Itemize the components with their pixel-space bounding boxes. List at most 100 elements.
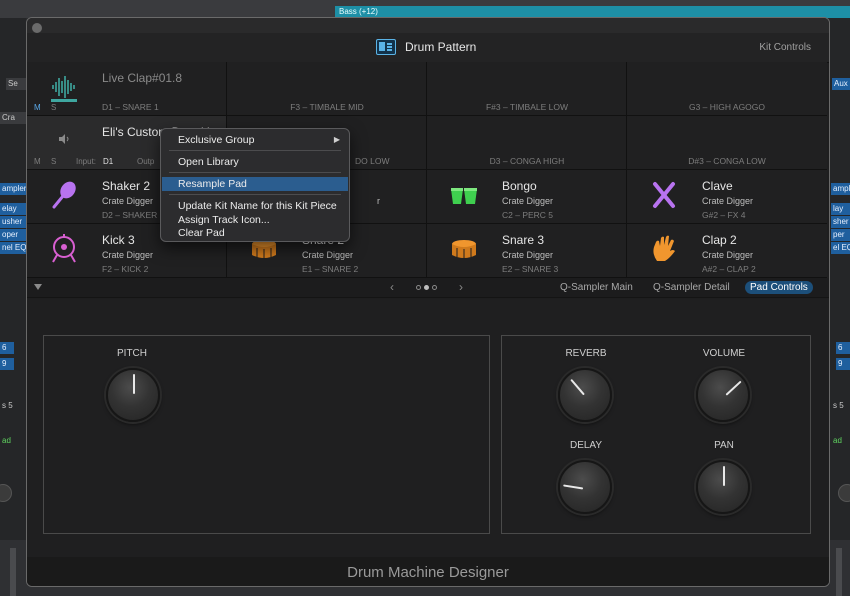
menu-item-assign-track-icon[interactable]: Assign Track Icon... [162,213,348,227]
daw-tag[interactable]: nel EQ [0,242,26,254]
daw-tag[interactable]: el EQ [831,242,850,254]
menu-separator [169,194,341,195]
menu-item-update-kit-name[interactable]: Update Kit Name for this Kit Piece [162,199,348,213]
menu-separator [169,150,341,151]
pad-empty[interactable]: G3 – HIGH AGOGO [627,62,827,116]
drum-pattern-icon [376,39,396,55]
pan-label: PAN [714,440,734,451]
pad-empty[interactable]: F#3 – TIMBALE LOW [427,62,627,116]
pitch-label: PITCH [117,348,147,359]
daw-tag[interactable]: ampler [0,183,26,195]
pad-clave[interactable]: Clave Crate Digger G#2 – FX 4 [627,170,827,224]
pad-name: Clave [702,179,733,193]
pad-name: Snare 3 [502,233,545,247]
daw-tag: s 5 [2,401,13,410]
chevron-left-icon[interactable]: ‹ [390,280,394,294]
effects-panel: REVERB VOLUME DELAY PAN [501,335,811,534]
pad-empty[interactable]: F3 – TIMBALE MID [227,62,427,116]
window-close-button[interactable] [32,23,42,33]
reverb-knob[interactable] [558,368,612,422]
pad-live-clap[interactable]: Live Clap#01.8 D1 – SNARE 1 M S [27,62,227,116]
daw-fader[interactable] [836,548,842,596]
pad-name: Bongo [502,179,537,193]
pad-kit: Crate Digger [102,196,154,206]
maraca-icon [52,181,76,209]
daw-tag[interactable]: 6 [836,342,850,354]
daw-tag[interactable]: per [831,229,850,241]
menu-item-clear-pad[interactable]: Clear Pad [162,226,348,240]
pad-bongo[interactable]: Bongo Crate Digger C2 – PERC 5 [427,170,627,224]
daw-tag[interactable]: lay [831,203,850,215]
pad-note: D#3 – CONGA LOW [688,156,766,166]
kit-controls-button[interactable]: Kit Controls [759,42,811,53]
menu-item-label: Exclusive Group [178,134,255,146]
solo-button[interactable]: S [51,103,56,112]
plugin-header: Drum Pattern Kit Controls [27,33,829,63]
daw-knob[interactable] [838,484,850,502]
kick-drum-icon [52,234,76,263]
pad-kit: Crate Digger [702,250,754,260]
page-dot[interactable] [416,285,421,290]
pad-snare-3[interactable]: Snare 3 Crate Digger E2 – SNARE 3 [427,224,627,278]
solo-button[interactable]: S [51,157,56,166]
daw-tag[interactable]: Se [6,78,26,90]
pad-empty[interactable]: D3 – CONGA HIGH [427,116,627,170]
page-dot[interactable] [432,285,437,290]
pad-note: G#2 – FX 4 [702,210,746,220]
daw-tag[interactable]: Cra [0,112,26,124]
daw-tag[interactable]: sher [831,216,850,228]
daw-tag[interactable]: oper [0,229,26,241]
chevron-right-icon[interactable]: › [459,280,463,294]
volume-knob[interactable] [696,368,750,422]
pad-clap-2[interactable]: Clap 2 Crate Digger A#2 – CLAP 2 [627,224,827,278]
speaker-icon [59,134,69,144]
daw-tag[interactable]: 9 [836,358,850,370]
submenu-arrow-icon: ▶ [333,135,340,144]
delay-knob[interactable] [558,460,612,514]
volume-label: VOLUME [702,348,746,359]
header-title: Drum Pattern [405,40,477,54]
daw-tag: ad [2,436,11,445]
mute-button[interactable]: M [34,103,41,112]
pad-note: A#2 – CLAP 2 [702,264,756,274]
pan-knob[interactable] [696,460,750,514]
pitch-knob[interactable] [106,368,160,422]
pad-note: DO LOW [355,156,390,166]
menu-separator [169,172,341,173]
menu-item-resample-pad[interactable]: Resample Pad [162,177,348,191]
input-note-selector[interactable]: D1 [103,157,113,166]
pad-note: F3 – TIMBALE MID [290,102,364,112]
pad-note: D3 – CONGA HIGH [489,156,565,166]
daw-tag: s 5 [833,401,844,410]
daw-tag[interactable]: ampler [831,183,850,195]
reverb-label: REVERB [565,348,607,359]
mute-button[interactable]: M [34,157,41,166]
pad-note: F#3 – TIMBALE LOW [485,102,569,112]
output-label: Outp [137,157,155,166]
menu-item-exclusive-group[interactable]: Exclusive Group ▶ [162,133,348,147]
daw-tag[interactable]: 9 [0,358,14,370]
pad-context-menu: Exclusive Group ▶ Open Library Resample … [160,128,350,242]
pad-empty[interactable]: D#3 – CONGA LOW [627,116,827,170]
menu-item-open-library[interactable]: Open Library [162,155,348,169]
page-dot[interactable] [424,285,429,290]
pad-name: Kick 3 [102,233,135,247]
daw-tag[interactable]: 6 [0,342,14,354]
daw-tag[interactable]: usher [0,216,26,228]
drum-machine-designer-window: Drum Pattern Kit Controls Live Clap#01.8… [26,17,830,587]
bongo-icon [451,188,477,204]
daw-tag[interactable]: Aux [832,78,850,90]
tab-q-sampler-main[interactable]: Q-Sampler Main [555,281,638,294]
delay-label: DELAY [569,440,603,451]
pad-note: E1 – SNARE 2 [302,264,359,274]
collapse-triangle-icon[interactable] [34,284,42,290]
daw-fader[interactable] [10,548,16,596]
clap-hand-icon [653,235,675,261]
waveform-icon [51,76,77,102]
daw-tag[interactable]: elay [0,203,26,215]
pad-name: Clap 2 [702,233,737,247]
page-indicator [416,285,437,290]
tab-pad-controls[interactable]: Pad Controls [745,281,813,294]
tab-q-sampler-detail[interactable]: Q-Sampler Detail [648,281,735,294]
view-tab-bar: ‹ › Q-Sampler Main Q-Sampler Detail Pad … [27,278,829,298]
